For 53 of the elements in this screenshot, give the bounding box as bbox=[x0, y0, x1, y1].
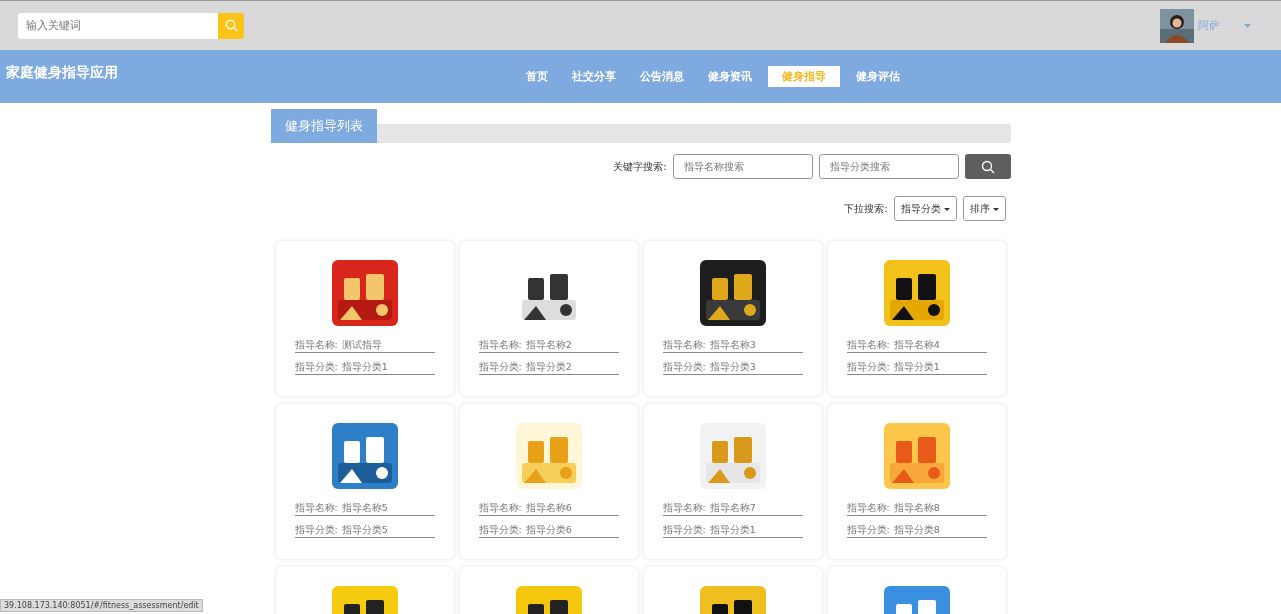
guide-name: 指导名称8 bbox=[893, 502, 940, 515]
search-field[interactable]: 指导名称搜索 bbox=[672, 154, 813, 179]
guide-card[interactable]: 指导名称: 指导名称3 指导分类: 指导分类3 bbox=[643, 241, 822, 396]
guide-card[interactable]: 指导名称: 指导名称7 指导分类: 指导分类1 bbox=[643, 404, 822, 559]
field-label: 指导分类: bbox=[294, 524, 338, 537]
section-title: 健身指导列表 bbox=[270, 109, 377, 143]
field-label: 指导分类: bbox=[478, 361, 522, 374]
guide-category: 指导分类6 bbox=[525, 524, 572, 537]
guide-category: 指导分类1 bbox=[709, 524, 756, 537]
guide-card[interactable]: 指导名称: 测试指导 指导分类: 指导分类1 bbox=[275, 241, 454, 396]
guide-card[interactable]: 指导名称: 指导名称5 指导分类: 指导分类5 bbox=[275, 404, 454, 559]
search-field[interactable]: 指导分类搜索 bbox=[818, 154, 959, 179]
field-label: 指导名称: bbox=[846, 339, 890, 352]
guide-category: 指导分类1 bbox=[893, 361, 940, 374]
guide-category: 指导分类2 bbox=[525, 361, 572, 374]
guide-name: 指导名称2 bbox=[525, 339, 572, 352]
field-label: 指导名称: bbox=[478, 339, 522, 352]
guide-card[interactable]: 指导名称: 指导名称8 指导分类: 指导分类8 bbox=[827, 404, 1006, 559]
guide-card[interactable]: 指导名称: 指导名称2 指导分类: 指导分类2 bbox=[459, 241, 638, 396]
guide-category: 指导分类8 bbox=[893, 524, 940, 537]
search-button[interactable] bbox=[964, 154, 1011, 179]
field-label: 指导分类: bbox=[846, 361, 890, 374]
guide-name: 指导名称3 bbox=[709, 339, 756, 352]
search-icon bbox=[980, 159, 995, 174]
field-label: 指导名称: bbox=[846, 502, 890, 515]
guide-name: 指导名称6 bbox=[525, 502, 572, 515]
search-icon bbox=[224, 19, 238, 32]
search-field[interactable]: 输入关键词 bbox=[18, 12, 218, 39]
guide-name: 测试指导 bbox=[341, 339, 382, 352]
field-label: 指导名称: bbox=[662, 339, 706, 352]
app-title: 家庭健身指导应用 bbox=[6, 64, 118, 82]
field-label: 指导分类: bbox=[846, 524, 890, 537]
guide-category: 指导分类3 bbox=[709, 361, 756, 374]
dropdown-button[interactable]: 排序 bbox=[962, 196, 1006, 221]
field-label: 指导名称: bbox=[294, 502, 338, 515]
guide-category: 指导分类5 bbox=[341, 524, 388, 537]
field-label: 指导名称: bbox=[478, 502, 522, 515]
guide-name: 指导名称7 bbox=[709, 502, 756, 515]
field-label: 指导名称: bbox=[662, 502, 706, 515]
dropdown-search-label: 下拉搜索: bbox=[844, 201, 888, 216]
field-label: 指导名称: bbox=[294, 339, 338, 352]
keyword-search-label: 关键字搜索: bbox=[613, 159, 667, 174]
field-label: 指导分类: bbox=[662, 524, 706, 537]
dropdown-button[interactable]: 指导分类 bbox=[893, 196, 957, 221]
field-label: 指导分类: bbox=[294, 361, 338, 374]
field-label: 指导分类: bbox=[478, 524, 522, 537]
guide-name: 指导名称4 bbox=[893, 339, 940, 352]
guide-card[interactable]: 指导名称: 指导名称4 指导分类: 指导分类1 bbox=[827, 241, 1006, 396]
field-label: 指导分类: bbox=[662, 361, 706, 374]
guide-category: 指导分类1 bbox=[341, 361, 388, 374]
guide-name: 指导名称5 bbox=[341, 502, 388, 515]
status-url: 39.108.173.140:8051/#/fitness_assessment/edit bbox=[0, 599, 203, 612]
guide-card[interactable]: 指导名称: 指导名称6 指导分类: 指导分类6 bbox=[459, 404, 638, 559]
